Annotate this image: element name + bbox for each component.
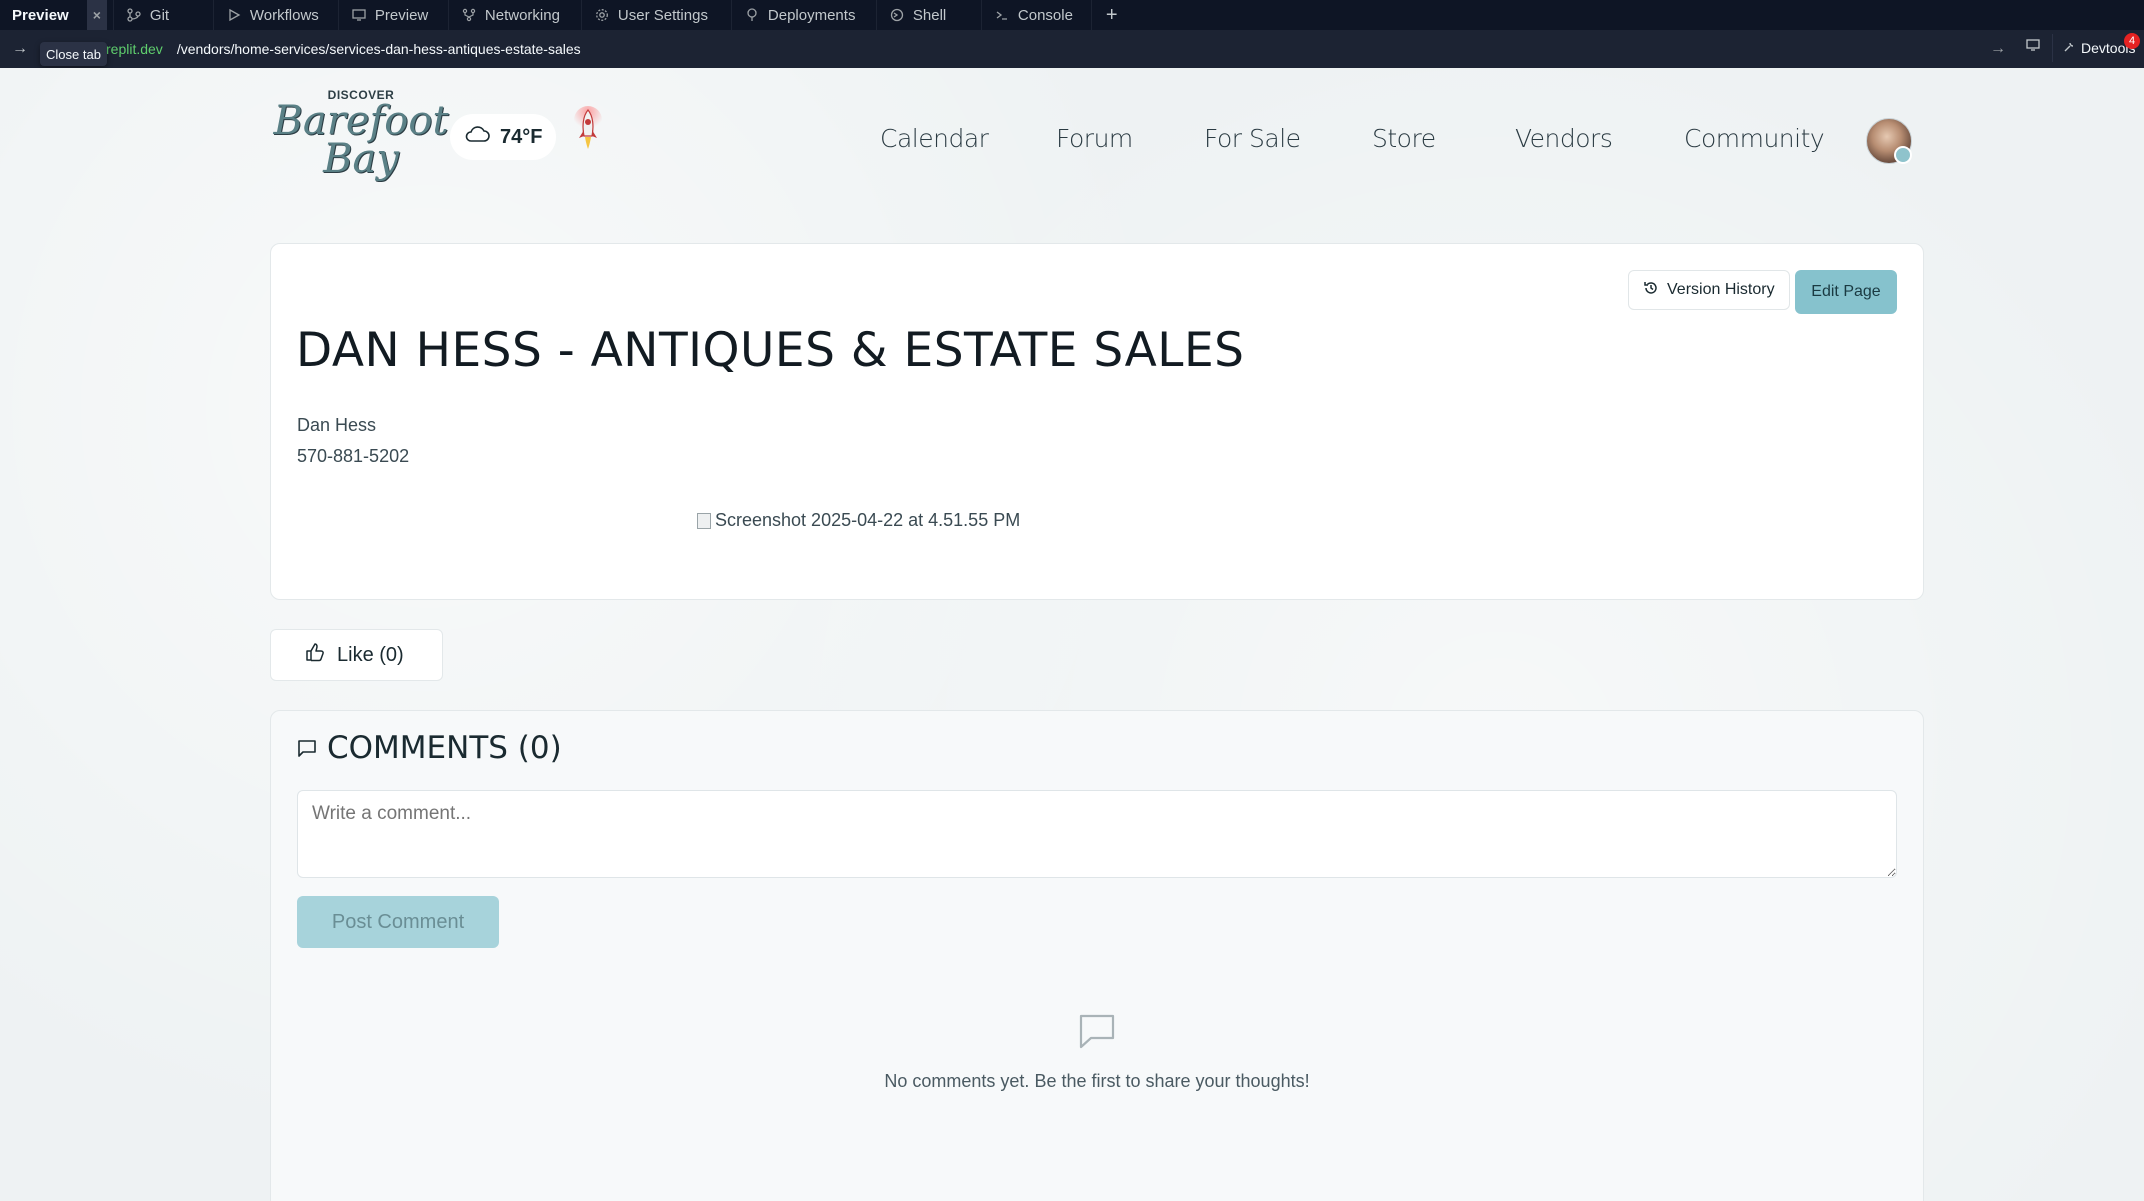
url-path-input[interactable]: /vendors/home-services/services-dan-hess… [177, 41, 581, 57]
network-icon [461, 7, 477, 23]
avatar-status-badge [1894, 146, 1912, 164]
tab-networking[interactable]: Networking [449, 0, 582, 30]
like-label: Like (0) [337, 643, 404, 666]
vendor-name: Dan Hess [297, 415, 377, 435]
tab-user-settings[interactable]: User Settings [582, 0, 732, 30]
terminal-icon [994, 7, 1010, 23]
history-icon [1643, 280, 1659, 301]
comment-icon [297, 730, 317, 766]
tab-console[interactable]: Console [982, 0, 1092, 30]
ide-tab-bar: Preview × Git Workflows Preview Networki… [0, 0, 2144, 30]
like-button[interactable]: Like (0) [270, 629, 443, 681]
wrench-icon [2063, 40, 2075, 56]
tab-git[interactable]: Git [114, 0, 214, 30]
tab-shell[interactable]: Shell [877, 0, 982, 30]
tab-label: Shell [912, 6, 947, 24]
empty-comments-text: No comments yet. Be the first to share y… [884, 1071, 1310, 1091]
comments-card [270, 710, 1924, 1201]
nav-calendar[interactable]: Calendar [880, 124, 989, 153]
vendor-phone: 570-881-5202 [297, 446, 410, 466]
nav-forum[interactable]: Forum [1056, 124, 1133, 153]
url-bar: → replit.dev /vendors/home-services/serv… [0, 30, 2144, 68]
tab-label: Preview [374, 6, 429, 24]
main-nav: Calendar Forum For Sale Store Vendors Co… [0, 124, 2144, 164]
comment-input[interactable] [297, 790, 1897, 878]
nav-vendors[interactable]: Vendors [1515, 124, 1613, 153]
tab-label: Networking [484, 6, 560, 24]
edit-page-button[interactable]: Edit Page [1795, 270, 1897, 314]
navigate-arrow-icon[interactable]: → [0, 40, 40, 58]
thumbs-up-icon [305, 642, 325, 668]
devtools-badge: 4 [2124, 33, 2140, 49]
comments-heading: COMMENTS (0) [297, 730, 562, 766]
play-icon [226, 7, 242, 23]
gear-icon [594, 7, 610, 23]
add-tab-button[interactable]: + [1092, 4, 1132, 27]
tab-label: Preview [12, 6, 69, 24]
tab-label: Git [149, 6, 170, 24]
tab-preview-active[interactable]: Preview × [0, 0, 114, 30]
screen-icon[interactable] [2022, 34, 2044, 56]
tab-label: Deployments [767, 6, 856, 24]
version-history-button[interactable]: Version History [1628, 270, 1790, 310]
broken-image-icon [697, 512, 711, 529]
vendor-image: Screenshot 2025-04-22 at 4.51.55 PM [697, 510, 1020, 531]
post-comment-button[interactable]: Post Comment [297, 896, 499, 948]
shell-icon [889, 7, 905, 23]
tab-preview[interactable]: Preview [339, 0, 449, 30]
page-title: DAN HESS - ANTIQUES & ESTATE SALES [296, 323, 1245, 378]
url-domain: replit.dev [106, 41, 163, 57]
empty-comments-icon [1078, 1012, 1116, 1050]
nav-for-sale[interactable]: For Sale [1204, 124, 1301, 153]
comments-title: COMMENTS (0) [327, 730, 562, 766]
git-icon [126, 7, 142, 23]
tab-deployments[interactable]: Deployments [732, 0, 877, 30]
tab-label: Workflows [249, 6, 319, 24]
version-history-label: Version History [1667, 281, 1775, 298]
close-tab-button[interactable]: × [86, 0, 107, 30]
tab-label: User Settings [617, 6, 708, 24]
deploy-icon [744, 7, 760, 23]
monitor-icon [351, 7, 367, 23]
open-new-tab-icon[interactable]: → [1990, 40, 2006, 58]
close-tab-tooltip: Close tab [40, 42, 107, 66]
tab-workflows[interactable]: Workflows [214, 0, 339, 30]
nav-community[interactable]: Community [1684, 124, 1825, 153]
image-alt-text: Screenshot 2025-04-22 at 4.51.55 PM [715, 510, 1021, 530]
nav-store[interactable]: Store [1372, 124, 1436, 153]
tab-label: Console [1017, 6, 1073, 24]
